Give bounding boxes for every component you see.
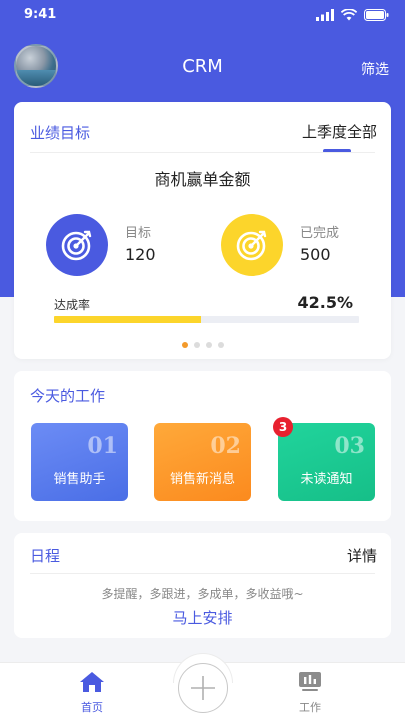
tile-label: 销售助手: [53, 472, 106, 487]
target-icon: [61, 230, 92, 261]
tile-unread-notifications[interactable]: 03 未读通知: [278, 423, 375, 501]
schedule-now-button[interactable]: 马上安排: [14, 607, 391, 628]
schedule-hint: 多提醒，多跟进，多成单，多收益哦~: [101, 587, 304, 601]
target-label: 目标: [125, 226, 152, 241]
tab-work-label: 工作: [299, 701, 321, 714]
pager-dot[interactable]: [205, 342, 212, 348]
tile-number: 02: [210, 433, 241, 459]
tab-work[interactable]: 工作: [270, 671, 350, 715]
signal-icon: [316, 9, 334, 21]
home-icon: [80, 672, 104, 692]
tile-label: 销售新消息: [169, 472, 235, 487]
schedule-title: 日程: [30, 547, 61, 565]
wifi-icon: [341, 9, 357, 21]
filter-button[interactable]: 筛选: [361, 59, 389, 79]
target-icon-circle: [46, 214, 108, 276]
performance-card: 业绩目标 上季度全部 商机赢单金额 目标 120 已完成 500 达成率 42.…: [14, 102, 391, 359]
add-button[interactable]: [178, 663, 228, 713]
performance-title: 业绩目标: [30, 124, 91, 142]
completed-label: 已完成: [300, 226, 340, 241]
battery-icon: [364, 9, 389, 21]
tile-sales-news[interactable]: 02 销售新消息: [154, 423, 251, 501]
rate-progress-fill: [54, 316, 202, 323]
status-time: 9:41: [24, 7, 57, 22]
target-icon: [236, 230, 267, 261]
tile-number: 01: [87, 433, 118, 459]
pager-dots: [14, 342, 391, 348]
period-selector[interactable]: 上季度全部: [302, 121, 377, 142]
rate-progress-bar: [54, 316, 359, 323]
today-work-title: 今天的工作: [30, 387, 106, 405]
metric-title: 商机赢单金额: [154, 170, 251, 189]
tile-label: 未读通知: [300, 472, 353, 487]
pager-dot[interactable]: [181, 342, 188, 348]
today-work-card: 今天的工作 01 销售助手 02 销售新消息 03 未读通知 3: [14, 371, 391, 521]
page-title: CRM: [182, 56, 223, 77]
tab-home-label: 首页: [81, 701, 103, 714]
chart-icon: [299, 672, 321, 691]
status-bar: 9:41: [0, 0, 405, 30]
navigation-bar: CRM 筛选: [0, 40, 405, 94]
completed-icon-circle: [221, 214, 283, 276]
plus-icon: [191, 676, 215, 700]
tile-sales-assistant[interactable]: 01 销售助手: [31, 423, 128, 501]
pager-dot[interactable]: [217, 342, 224, 348]
unread-count-badge: 3: [273, 417, 293, 437]
schedule-detail-link[interactable]: 详情: [347, 545, 377, 566]
schedule-card: 日程 详情 多提醒，多跟进，多成单，多收益哦~ 马上安排: [14, 533, 391, 638]
rate-label: 达成率: [54, 298, 91, 312]
tile-number: 03: [334, 433, 365, 459]
tab-home[interactable]: 首页: [52, 671, 132, 715]
rate-value: 42.5%: [297, 293, 353, 312]
status-icons: [316, 9, 389, 21]
pager-dot[interactable]: [193, 342, 200, 348]
divider: [30, 573, 375, 574]
target-value: 120: [125, 245, 156, 264]
completed-value: 500: [300, 245, 331, 264]
divider: [30, 152, 375, 153]
